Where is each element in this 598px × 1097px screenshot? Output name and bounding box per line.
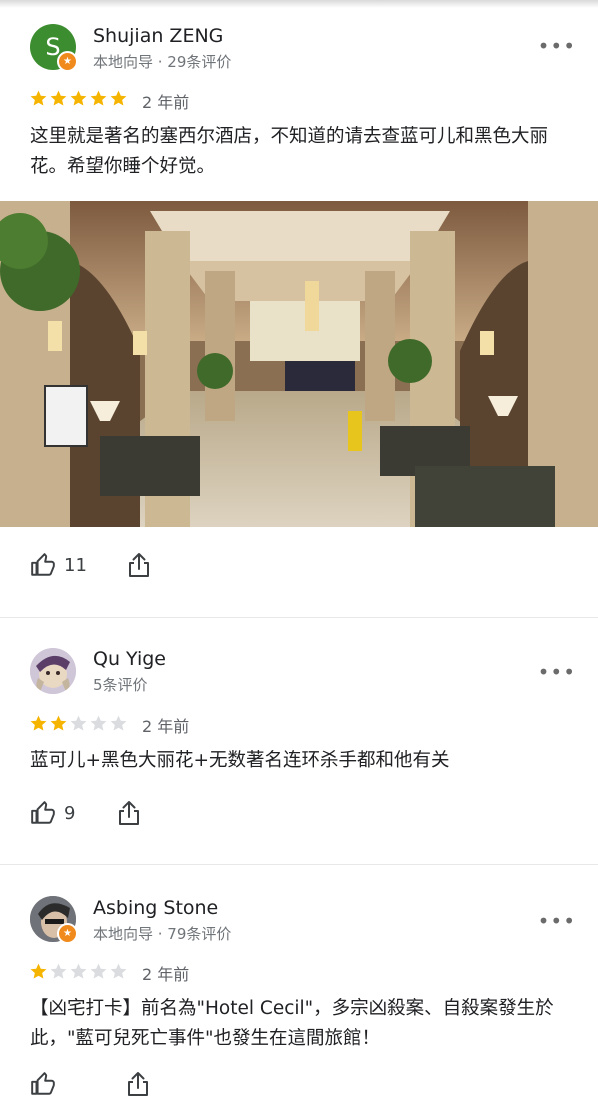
star-filled-icon [30,715,47,731]
star-filled-icon [70,90,87,106]
review-time: 2 年前 [142,965,190,984]
review-text: 这里就是著名的塞西尔酒店，不知道的请去查蓝可儿和黑色大丽花。希望你睡个好觉。 [30,126,549,177]
thumbs-up-icon[interactable] [30,800,56,826]
thumbs-up-icon[interactable] [30,552,56,578]
reviewer-name[interactable]: Asbing Stone [93,897,218,919]
share-icon[interactable] [117,800,141,826]
reviewer-meta: 本地向导 · 79条评价 [93,925,232,943]
star-filled-icon [110,90,127,106]
star-filled-icon [30,963,47,979]
reviewer-meta: 5条评价 [93,676,148,694]
avatar-image [30,648,76,694]
like-count: 11 [64,554,87,576]
review-actions [30,1071,150,1097]
review-card: ★ Asbing Stone 本地向导 · 79条评价 ••• 2 年前 【凶宅… [0,865,598,1096]
review-actions: 11 [30,552,151,578]
thumbs-up-icon[interactable] [30,1071,56,1097]
more-options-icon[interactable]: ••• [538,660,576,684]
review-text: 【凶宅打卡】前名為"Hotel Cecil"，多宗凶殺案、自殺案發生於此，"藍可… [30,998,554,1049]
review-actions: 9 [30,800,141,826]
review-time: 2 年前 [142,93,190,112]
share-icon[interactable] [127,552,151,578]
review-card: S ★ Shujian ZENG 本地向导 · 29条评价 ••• 2 年前 这… [0,0,598,617]
rating-stars [29,962,128,981]
review-card: Qu Yige 5条评价 ••• 2 年前 蓝可儿+黑色大丽花+无数著名连环杀手… [0,618,598,864]
star-empty-icon [90,963,107,979]
reviewer-name[interactable]: Qu Yige [93,648,166,670]
star-filled-icon [50,90,67,106]
more-options-icon[interactable]: ••• [538,909,576,933]
reviewer-meta: 本地向导 · 29条评价 [93,53,232,71]
more-options-icon[interactable]: ••• [538,34,576,58]
star-empty-icon [110,715,127,731]
share-icon[interactable] [126,1071,150,1097]
avatar[interactable] [30,648,76,694]
rating-stars [29,89,128,108]
hotel-lobby-image [0,201,598,527]
star-empty-icon [90,715,107,731]
like-count: 9 [64,802,76,824]
star-empty-icon [110,963,127,979]
star-empty-icon [50,963,67,979]
star-empty-icon [70,715,87,731]
star-filled-icon [30,90,47,106]
review-time: 2 年前 [142,717,190,736]
local-guide-star-icon: ★ [57,51,78,72]
review-text: 蓝可儿+黑色大丽花+无数著名连环杀手都和他有关 [30,750,450,771]
rating-stars [29,714,128,733]
review-photo[interactable] [0,201,598,527]
star-filled-icon [50,715,67,731]
reviewer-name[interactable]: Shujian ZENG [93,25,223,47]
star-empty-icon [70,963,87,979]
star-filled-icon [90,90,107,106]
local-guide-star-icon: ★ [57,923,78,944]
